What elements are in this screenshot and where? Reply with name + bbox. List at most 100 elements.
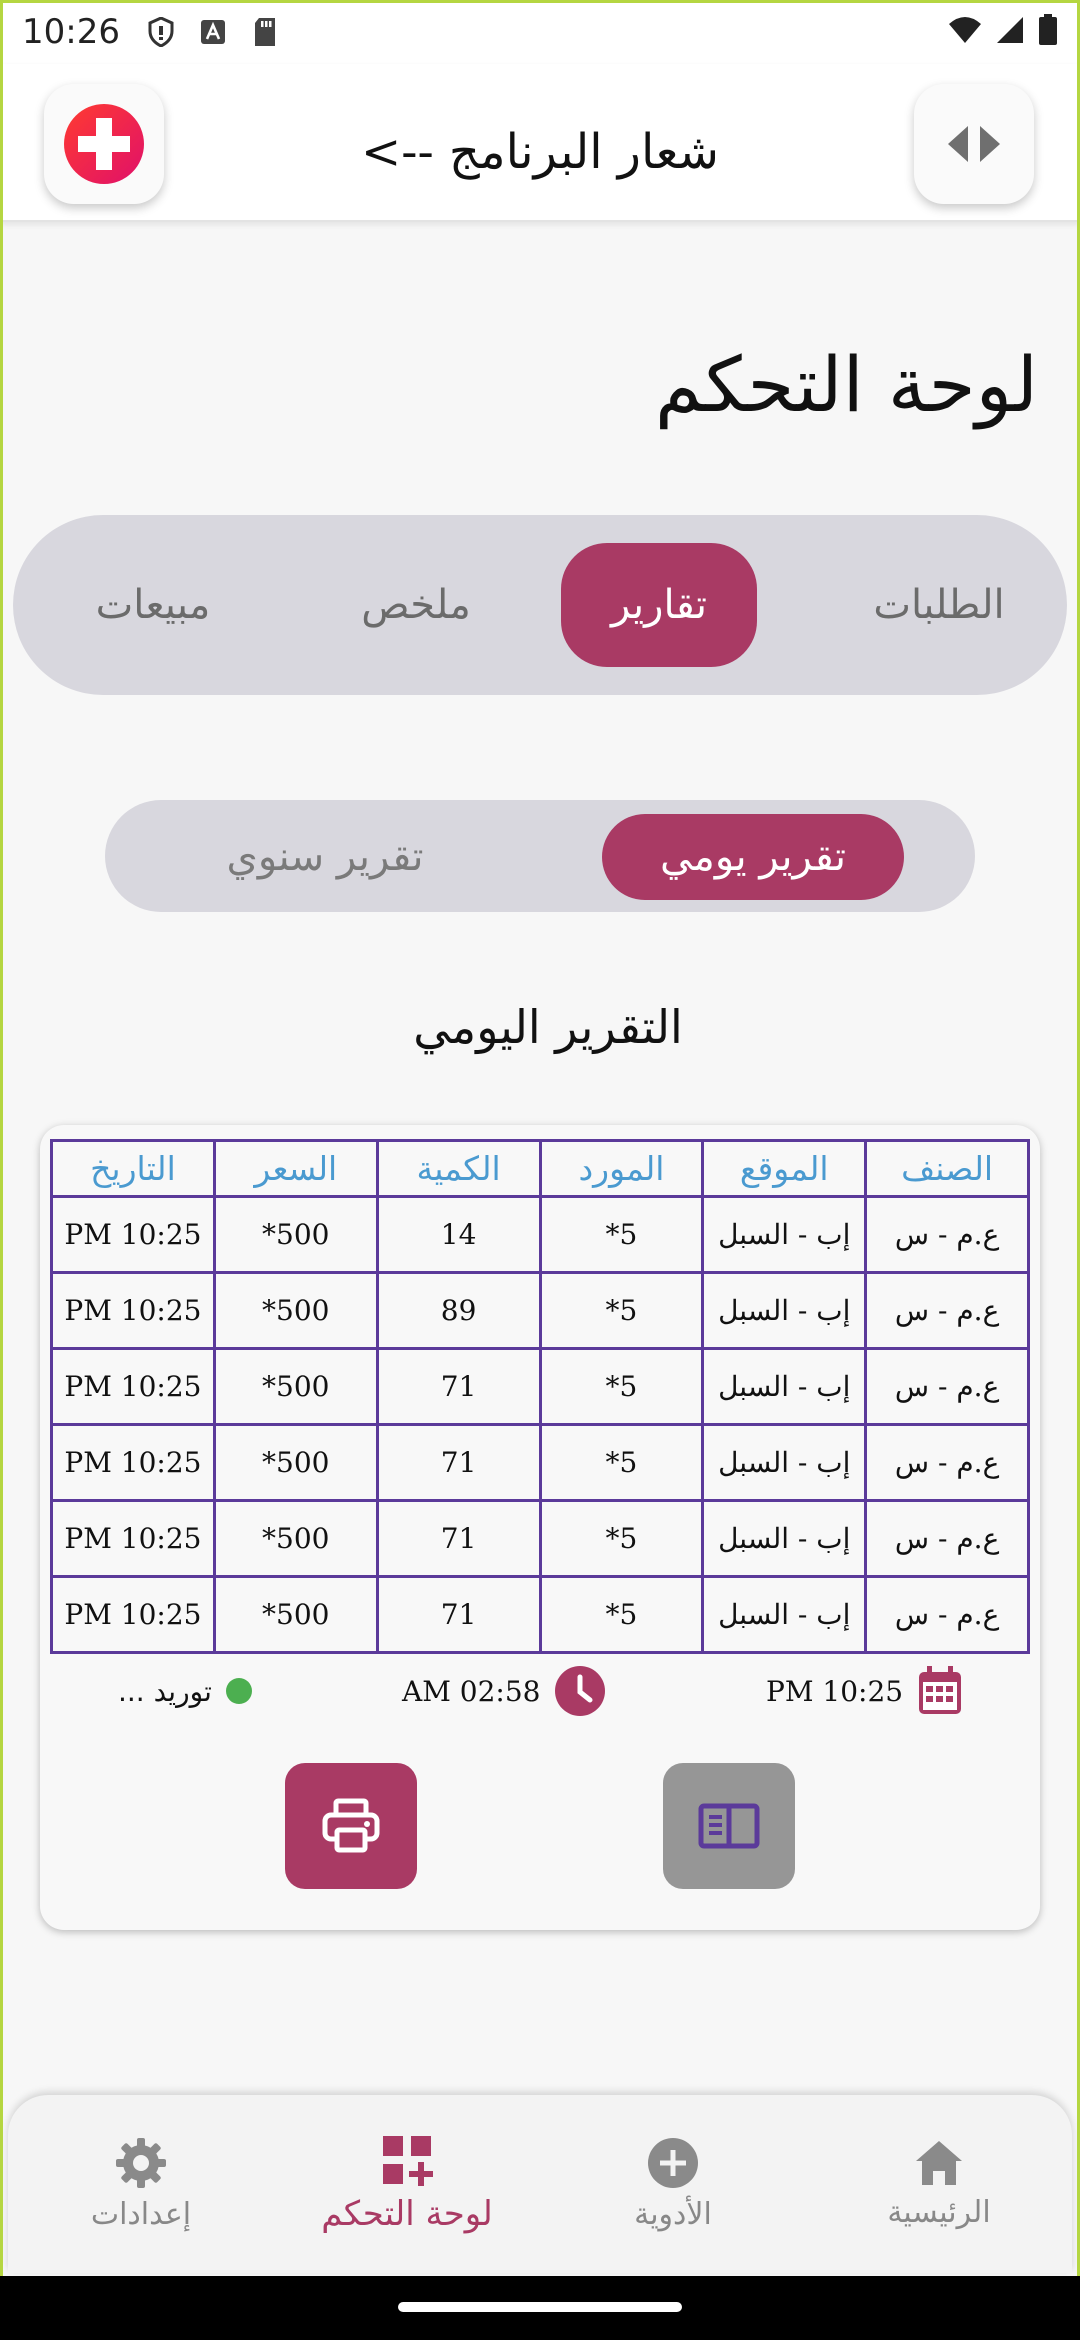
table-cell: 5* <box>538 1499 705 1578</box>
nav-home-label: الرئيسية <box>887 2194 991 2230</box>
nav-dashboard-label: لوحة التحكم <box>321 2194 493 2234</box>
toggle-drawer-button[interactable] <box>914 84 1034 204</box>
signal-icon <box>996 16 1024 48</box>
table-cell: ع.م - س <box>864 1423 1030 1502</box>
report-date: PM 10:25 <box>766 1660 963 1722</box>
report-type-tabs: تقرير يومي تقرير سنوي <box>105 800 975 912</box>
report-status-text: توريد ... <box>118 1674 212 1708</box>
table-cell: PM 10:25 <box>50 1195 216 1274</box>
table-cell: PM 10:25 <box>50 1423 216 1502</box>
section-title: التقرير اليومي <box>413 1000 683 1054</box>
table-row: ع.م - س إب - السبل 5* 71 500* PM 10:25 <box>50 1575 1030 1654</box>
text-a-icon <box>198 17 228 47</box>
nav-dashboard[interactable]: لوحة التحكم <box>274 2095 540 2273</box>
table-cell: ع.م - س <box>864 1347 1030 1426</box>
table-cell: 500* <box>212 1575 379 1654</box>
gear-icon <box>116 2137 166 2188</box>
logo-text: شعار البرنامج --> <box>361 124 719 180</box>
table-cell: 500* <box>212 1271 379 1350</box>
status-time: 10:26 <box>22 12 120 52</box>
table-cell: PM 10:25 <box>50 1499 216 1578</box>
table-cell: PM 10:25 <box>50 1271 216 1350</box>
tab-reports[interactable]: تقارير <box>561 543 757 667</box>
code-arrows-icon <box>948 126 1000 162</box>
table-cell: 71 <box>375 1423 542 1502</box>
column-header: المورد <box>538 1139 705 1198</box>
table-cell: 500* <box>212 1499 379 1578</box>
tab-yearly-report[interactable]: تقرير سنوي <box>175 814 475 900</box>
table-cell: ع.م - س <box>864 1575 1030 1654</box>
column-header: الصنف <box>864 1139 1030 1198</box>
battery-icon <box>1038 14 1058 50</box>
dashboard-icon <box>383 2136 433 2186</box>
table-cell: إب - السبل <box>701 1347 868 1426</box>
table-cell: إب - السبل <box>701 1271 868 1350</box>
reader-icon <box>698 1803 760 1849</box>
table-cell: 71 <box>375 1499 542 1578</box>
app-header: شعار البرنامج --> <box>0 64 1080 222</box>
table-cell: 14 <box>375 1195 542 1274</box>
page-title: لوحة التحكم <box>654 340 1038 429</box>
wifi-icon <box>948 16 982 48</box>
report-card: الصنف الموقع المورد الكمية السعر التاريخ… <box>40 1125 1040 1930</box>
medical-cross-icon <box>64 104 144 184</box>
table-row: ع.م - س إب - السبل 5* 71 500* PM 10:25 <box>50 1347 1030 1426</box>
report-date-text: PM 10:25 <box>766 1674 904 1708</box>
calendar-icon <box>919 1666 962 1714</box>
tab-sales[interactable]: مبيعات <box>55 543 251 667</box>
table-cell: 500* <box>212 1347 379 1426</box>
status-bar: 10:26 <box>0 0 1080 64</box>
nav-medicines[interactable]: الأدوية <box>540 2095 806 2273</box>
main-tabs: الطلبات تقارير ملخص مبيعات <box>13 515 1067 695</box>
table-cell: PM 10:25 <box>50 1347 216 1426</box>
tab-daily-report[interactable]: تقرير يومي <box>602 814 904 900</box>
tab-orders[interactable]: الطلبات <box>841 543 1037 667</box>
table-header-row: الصنف الموقع المورد الكمية السعر التاريخ <box>50 1139 1030 1198</box>
nav-settings[interactable]: إعدادات <box>8 2095 274 2273</box>
tab-summary[interactable]: ملخص <box>318 543 514 667</box>
column-header: السعر <box>212 1139 379 1198</box>
nav-medicines-label: الأدوية <box>634 2196 712 2232</box>
table-cell: 89 <box>375 1271 542 1350</box>
plus-circle-icon <box>648 2137 698 2188</box>
table-cell: 500* <box>212 1195 379 1274</box>
table-cell: 5* <box>538 1575 705 1654</box>
table-cell: 5* <box>538 1195 705 1274</box>
table-row: ع.م - س إب - السبل 5* 71 500* PM 10:25 <box>50 1499 1030 1578</box>
table-cell: ع.م - س <box>864 1499 1030 1578</box>
printer-icon <box>322 1798 380 1853</box>
bottom-navigation: الرئيسية الأدوية لوحة التحكم إعدادات <box>8 2095 1072 2273</box>
home-icon <box>916 2140 962 2185</box>
table-row: ع.م - س إب - السبل 5* 89 500* PM 10:25 <box>50 1271 1030 1350</box>
column-header: التاريخ <box>50 1139 216 1198</box>
table-cell: إب - السبل <box>701 1423 868 1502</box>
nav-settings-label: إعدادات <box>90 2196 192 2232</box>
table-cell: 5* <box>538 1423 705 1502</box>
column-header: الكمية <box>375 1139 542 1198</box>
report-table: الصنف الموقع المورد الكمية السعر التاريخ… <box>50 1139 1030 1654</box>
table-cell: PM 10:25 <box>50 1575 216 1654</box>
table-cell: 71 <box>375 1575 542 1654</box>
table-cell: 5* <box>538 1347 705 1426</box>
table-row: ع.م - س إب - السبل 5* 14 500* PM 10:25 <box>50 1195 1030 1274</box>
shield-icon <box>146 17 176 47</box>
table-row: ع.م - س إب - السبل 5* 71 500* PM 10:25 <box>50 1423 1030 1502</box>
reader-view-button[interactable] <box>663 1763 795 1889</box>
app-logo-button[interactable] <box>44 84 164 204</box>
column-header: الموقع <box>701 1139 868 1198</box>
report-time-text: AM 02:58 <box>402 1674 541 1708</box>
status-dot <box>225 1678 252 1704</box>
clock-icon <box>555 1666 606 1716</box>
table-cell: إب - السبل <box>701 1575 868 1654</box>
nav-home[interactable]: الرئيسية <box>806 2095 1072 2273</box>
table-cell: 71 <box>375 1347 542 1426</box>
report-footer: PM 10:25 AM 02:58 توريد ... <box>40 1660 1040 1722</box>
table-cell: إب - السبل <box>701 1195 868 1274</box>
print-button[interactable] <box>285 1763 417 1889</box>
table-cell: ع.م - س <box>864 1195 1030 1274</box>
report-time: AM 02:58 <box>402 1660 606 1722</box>
report-status: توريد ... <box>118 1660 252 1722</box>
sd-card-icon <box>250 17 280 47</box>
gesture-handle[interactable] <box>398 2302 682 2312</box>
table-cell: ع.م - س <box>864 1271 1030 1350</box>
